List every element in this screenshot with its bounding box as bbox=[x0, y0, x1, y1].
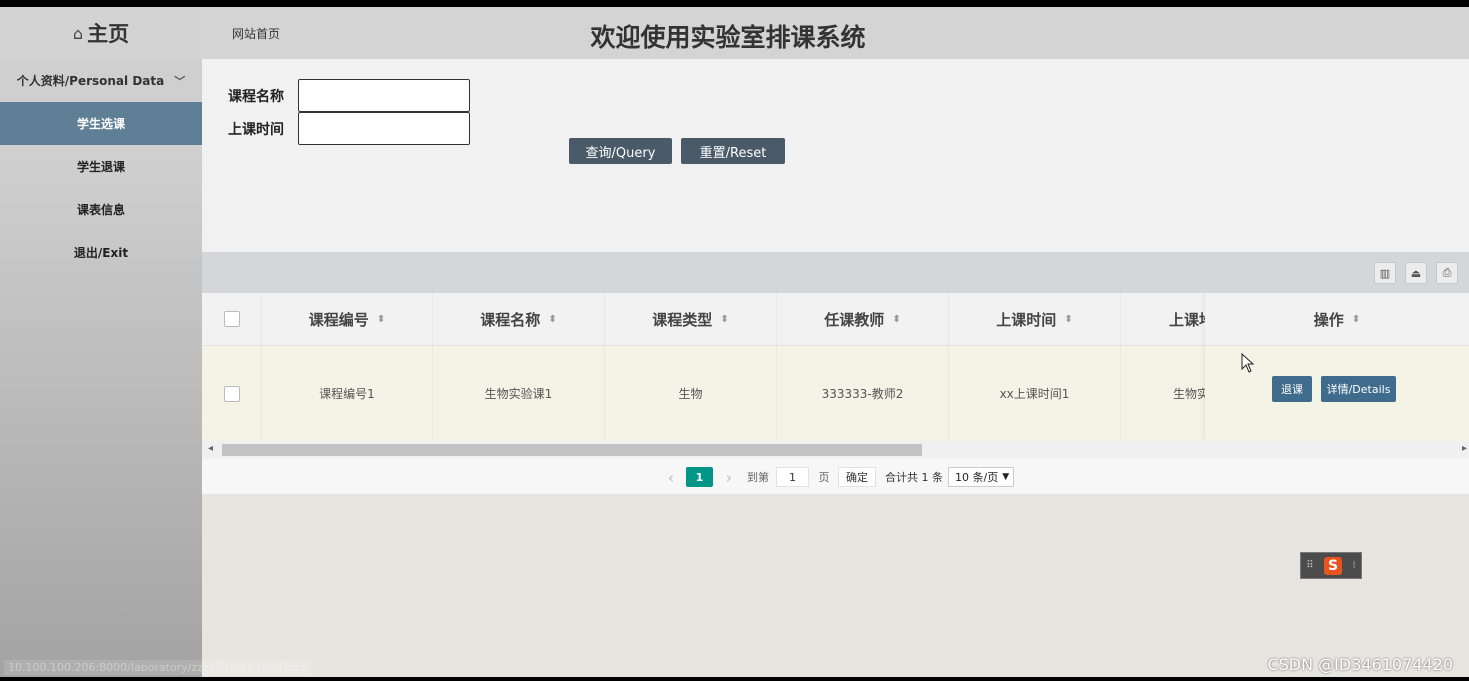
columns-filter-icon[interactable]: ▥ bbox=[1374, 262, 1396, 284]
personal-data-label: 个人资料/Personal Data bbox=[16, 74, 165, 88]
column-header-label: 课程名称 bbox=[480, 310, 541, 329]
page-current[interactable]: 1 bbox=[686, 467, 713, 487]
pagination: ‹ 1 › 到第 1 页 确定 合计共 1 条 10 条/页 ▼ bbox=[202, 459, 1469, 494]
column-header-label: 任课教师 bbox=[824, 310, 885, 329]
column-header[interactable]: 任课教师 ⬍ bbox=[777, 293, 949, 345]
table-cell: 生物 bbox=[605, 346, 777, 441]
watermark: CSDN @ID3461074420 bbox=[1267, 655, 1453, 674]
column-header-label: 上课时间 bbox=[996, 310, 1057, 329]
drop-course-button[interactable]: 退课 bbox=[1272, 376, 1312, 402]
per-page-select[interactable]: 10 条/页 ▼ bbox=[948, 467, 1014, 487]
column-header-label: 课程类型 bbox=[652, 310, 713, 329]
details-button[interactable]: 详情/Details bbox=[1321, 376, 1396, 402]
column-header[interactable]: 课程名称 ⬍ bbox=[433, 293, 605, 345]
ime-toolbar[interactable]: ⠿ S ⁝ bbox=[1300, 552, 1362, 579]
column-header[interactable]: 课程编号 ⬍ bbox=[262, 293, 433, 345]
course-name-label: 课程名称 bbox=[228, 88, 284, 105]
table-cell: 生物实验课1 bbox=[433, 346, 605, 441]
course-table: 课程编号 ⬍ 课程名称 ⬍ 课程类型 ⬍ 任课教师 ⬍ 上课时间 ⬍ 上课地 课程编号1 bbox=[202, 293, 1469, 441]
row-select-cell bbox=[202, 346, 262, 441]
scrollbar-thumb[interactable] bbox=[222, 444, 922, 456]
next-page-icon[interactable]: › bbox=[722, 467, 736, 487]
status-bar-url: 10.100.100.206:8000/laboratory/zzzz/list… bbox=[4, 660, 310, 675]
sort-icon[interactable]: ⬍ bbox=[892, 314, 900, 325]
class-time-label: 上课时间 bbox=[228, 121, 284, 138]
column-header[interactable]: 课程类型 ⬍ bbox=[605, 293, 777, 345]
page-title: 欢迎使用实验室排课系统 bbox=[590, 23, 866, 52]
chevron-down-icon: ▼ bbox=[1002, 472, 1010, 482]
scroll-right-icon[interactable]: ▸ bbox=[1462, 443, 1467, 454]
select-all-checkbox[interactable] bbox=[223, 311, 240, 327]
app-window: ⌂ 主页 个人资料/Personal Data ﹀ 学生选课 学生退课 课表信息… bbox=[0, 7, 1469, 677]
goto-label: 到第 bbox=[747, 471, 769, 484]
grip-icon: ⠿ bbox=[1306, 560, 1314, 571]
sort-icon[interactable]: ⬍ bbox=[720, 314, 728, 325]
reset-button[interactable]: 重置/Reset bbox=[681, 138, 785, 164]
class-time-input[interactable] bbox=[298, 112, 470, 145]
horizontal-scrollbar[interactable]: ◂ ▸ bbox=[202, 441, 1469, 459]
print-icon[interactable]: ⎙ bbox=[1436, 262, 1458, 284]
goto-page-input[interactable]: 1 bbox=[776, 467, 809, 487]
sogou-logo-icon: S bbox=[1324, 556, 1343, 575]
column-header[interactable]: 上课时间 ⬍ bbox=[949, 293, 1121, 345]
sort-icon[interactable]: ⬍ bbox=[548, 314, 556, 325]
prev-page-icon[interactable]: ‹ bbox=[664, 467, 678, 487]
sidebar-item-label: 课表信息 bbox=[76, 203, 125, 217]
query-button[interactable]: 查询/Query bbox=[569, 138, 672, 164]
chevron-down-icon: ﹀ bbox=[174, 74, 186, 88]
sort-icon[interactable]: ⬍ bbox=[1064, 314, 1072, 325]
sidebar-item-drop-course[interactable]: 学生退课 bbox=[0, 145, 202, 188]
table-cell: 课程编号1 bbox=[262, 346, 433, 441]
header-select-cell bbox=[202, 293, 262, 345]
sidebar-item-exit[interactable]: 退出/Exit bbox=[0, 231, 202, 274]
table-cell: xx上课时间1 bbox=[949, 346, 1121, 441]
course-name-field: 课程名称 bbox=[228, 79, 470, 112]
sidebar-item-label: 学生退课 bbox=[76, 160, 125, 174]
sort-icon[interactable]: ⬍ bbox=[377, 314, 385, 325]
column-header-label: 课程编号 bbox=[308, 310, 369, 329]
sidebar-item-label: 退出/Exit bbox=[73, 246, 129, 260]
class-time-field: 上课时间 bbox=[228, 112, 470, 145]
table-toolbar: ▥ ⏏ ⎙ bbox=[202, 252, 1469, 293]
export-icon[interactable]: ⏏ bbox=[1405, 262, 1427, 284]
sidebar-item-label: 学生选课 bbox=[76, 117, 125, 131]
course-name-input[interactable] bbox=[298, 79, 470, 112]
sidebar-item-timetable[interactable]: 课表信息 bbox=[0, 188, 202, 231]
per-page-value: 10 条/页 bbox=[955, 471, 999, 484]
scroll-left-icon[interactable]: ◂ bbox=[208, 443, 213, 454]
personal-data-menu[interactable]: 个人资料/Personal Data ﹀ bbox=[0, 59, 202, 102]
more-icon[interactable]: ⁝ bbox=[1353, 560, 1356, 571]
sort-icon[interactable]: ⬍ bbox=[1352, 314, 1360, 325]
search-panel: 课程名称 上课时间 查询/Query 重置/Reset bbox=[202, 59, 1469, 252]
total-count: 合计共 1 条 bbox=[885, 471, 943, 484]
page-unit-label: 页 bbox=[818, 471, 830, 484]
operation-header[interactable]: 操作 ⬍ bbox=[1205, 293, 1469, 346]
row-checkbox[interactable] bbox=[223, 385, 240, 402]
mouse-cursor-icon bbox=[1241, 353, 1255, 373]
confirm-button[interactable]: 确定 bbox=[838, 467, 876, 487]
operation-header-label: 操作 bbox=[1313, 310, 1344, 329]
table-cell: 333333-教师2 bbox=[777, 346, 949, 441]
sidebar: ⌂ 主页 个人资料/Personal Data ﹀ 学生选课 学生退课 课表信息… bbox=[0, 7, 310, 677]
sidebar-item-select-course[interactable]: 学生选课 bbox=[0, 102, 202, 145]
